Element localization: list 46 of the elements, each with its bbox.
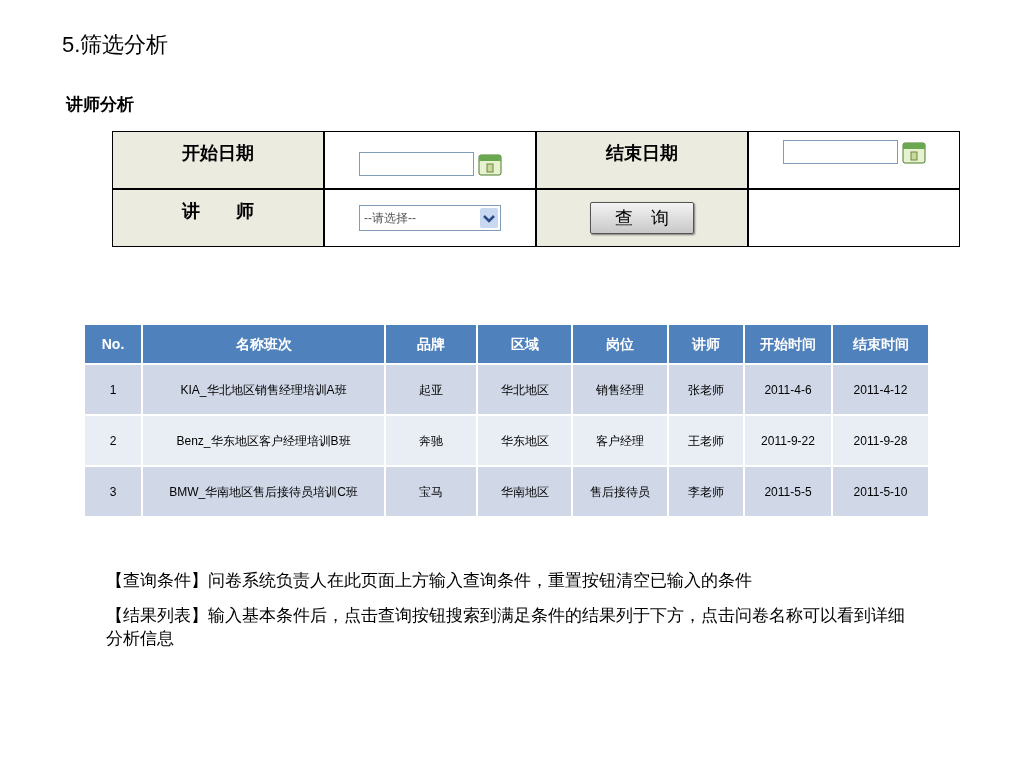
table-cell: KIA_华北地区销售经理培训A班: [143, 365, 384, 414]
note-paragraph: 【结果列表】输入基本条件后，点击查询按钮搜索到满足条件的结果列于下方，点击问卷名称可以看到详细分析信息: [106, 604, 906, 650]
table-cell: 2011-5-5: [745, 467, 831, 516]
table-cell: 2: [85, 416, 141, 465]
note-paragraph: 【查询条件】问卷系统负责人在此页面上方输入查询条件，重置按钮清空已输入的条件: [106, 570, 753, 592]
column-header: 岗位: [573, 325, 667, 363]
column-header: 区域: [478, 325, 571, 363]
column-header: 讲师: [669, 325, 743, 363]
table-cell: Benz_华东地区客户经理培训B班: [143, 416, 384, 465]
table-cell: 张老师: [669, 365, 743, 414]
table-cell: 销售经理: [573, 365, 667, 414]
calendar-icon[interactable]: [901, 140, 926, 164]
table-cell: 2011-4-12: [833, 365, 928, 414]
table-cell: 客户经理: [573, 416, 667, 465]
slide-title: 5.筛选分析: [62, 31, 169, 59]
table-cell: 王老师: [669, 416, 743, 465]
column-header: 品牌: [386, 325, 476, 363]
table-cell: BMW_华南地区售后接待员培训C班: [143, 467, 384, 516]
field-label: 开始日期: [112, 131, 324, 189]
column-header: 名称班次: [143, 325, 384, 363]
teacher-select[interactable]: --请选择--: [359, 205, 501, 231]
calendar-icon[interactable]: [477, 152, 502, 176]
date-field[interactable]: [782, 140, 898, 164]
table-cell: 3: [85, 467, 141, 516]
table-cell: 起亚: [386, 365, 476, 414]
column-header: No.: [85, 325, 141, 363]
table-cell: 1: [85, 365, 141, 414]
field-label: 结束日期: [536, 131, 748, 189]
field-label: 讲 师: [112, 189, 324, 247]
column-header: 开始时间: [745, 325, 831, 363]
table-cell: 华东地区: [478, 416, 571, 465]
dropdown-caret-icon: [480, 208, 498, 228]
table-cell: 宝马: [386, 467, 476, 516]
table-cell: 华北地区: [478, 365, 571, 414]
date-field[interactable]: [358, 152, 474, 176]
section-heading: 讲师分析: [66, 94, 134, 116]
table-cell: 奔驰: [386, 416, 476, 465]
table-cell: 2011-4-6: [745, 365, 831, 414]
table-cell: 2011-5-10: [833, 467, 928, 516]
table-cell: 售后接待员: [573, 467, 667, 516]
table-cell: 2011-9-28: [833, 416, 928, 465]
table-cell: 2011-9-22: [745, 416, 831, 465]
column-header: 结束时间: [833, 325, 928, 363]
query-button[interactable]: 查 询: [590, 202, 694, 234]
table-cell: 华南地区: [478, 467, 571, 516]
table-cell: 李老师: [669, 467, 743, 516]
